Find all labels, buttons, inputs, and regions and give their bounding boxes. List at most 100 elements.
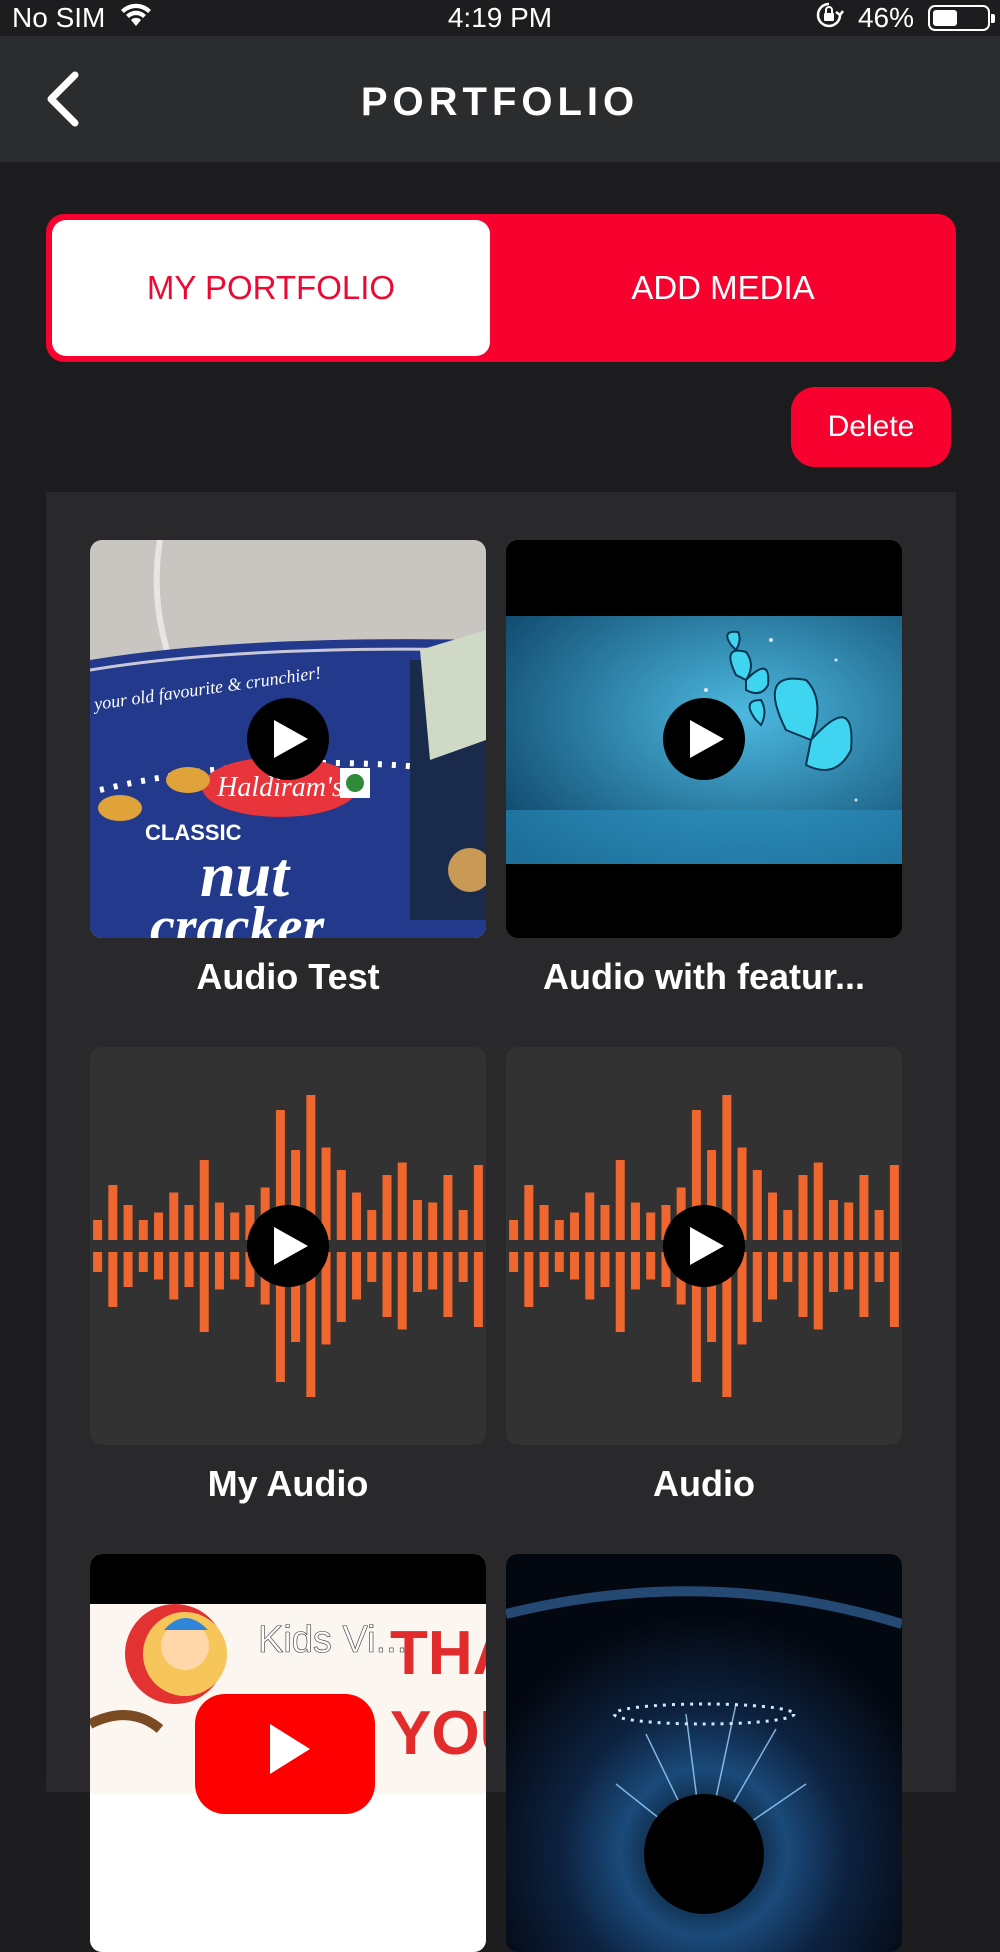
waveform-bar — [214, 1252, 224, 1290]
waveform-bar — [509, 1220, 519, 1240]
page-title: PORTFOLIO — [360, 80, 640, 124]
waveform-bar — [570, 1212, 580, 1240]
waveform-bar — [138, 1220, 148, 1240]
orientation-lock-icon — [814, 0, 844, 37]
waveform-bar — [752, 1252, 762, 1322]
waveform-bar — [397, 1252, 407, 1330]
waveform-bar — [646, 1212, 656, 1240]
waveform-bar — [752, 1170, 762, 1240]
waveform-bar — [154, 1252, 164, 1280]
play-icon — [690, 1227, 724, 1265]
waveform-bar — [630, 1202, 640, 1240]
media-title: My Audio — [207, 1463, 369, 1504]
waveform-bar — [352, 1252, 362, 1300]
waveform-bar — [889, 1165, 899, 1240]
waveform-bar — [828, 1200, 838, 1240]
waveform-bar — [458, 1252, 468, 1282]
waveform-bar — [199, 1160, 209, 1240]
battery-level — [933, 10, 957, 26]
waveform-bar — [768, 1192, 778, 1240]
waveform-bar — [184, 1205, 194, 1240]
thumb-text-channel: Kids Vi... — [258, 1619, 407, 1661]
waveform-bar — [539, 1252, 549, 1287]
waveform-bar — [199, 1252, 209, 1332]
waveform-bar — [585, 1192, 595, 1240]
battery-percent: 46% — [857, 2, 914, 33]
waveform-bar — [585, 1252, 595, 1300]
waveform-bar — [615, 1160, 625, 1240]
waveform-bar — [412, 1200, 422, 1240]
play-icon — [690, 720, 724, 758]
tab-my-portfolio[interactable]: MY PORTFOLIO — [52, 220, 490, 356]
waveform-bar — [123, 1252, 133, 1287]
eye-thumbnail — [506, 1554, 902, 1952]
waveform-bar — [844, 1202, 854, 1240]
waveform-bar — [230, 1212, 240, 1240]
waveform-bar — [783, 1210, 793, 1240]
waveform-bar — [382, 1175, 392, 1240]
waveform-bar — [874, 1252, 884, 1282]
waveform-bar — [169, 1252, 179, 1300]
waveform-bar — [93, 1220, 103, 1240]
waveform-bar — [93, 1252, 103, 1272]
waveform-bar — [783, 1252, 793, 1282]
waveform-bar — [615, 1252, 625, 1332]
waveform-bar — [428, 1202, 438, 1240]
waveform-bar — [844, 1252, 854, 1290]
waveform-bar — [828, 1252, 838, 1292]
waveform-bar — [443, 1175, 453, 1240]
waveform-bar — [230, 1252, 240, 1280]
waveform-bar — [214, 1202, 224, 1240]
play-button[interactable] — [247, 698, 329, 780]
play-button[interactable] — [663, 1205, 745, 1287]
waveform-bar — [813, 1252, 823, 1330]
waveform-bar — [600, 1205, 610, 1240]
thumb-text-thank: THANK — [390, 1619, 486, 1688]
waveform-bar — [154, 1212, 164, 1240]
waveform-bar — [889, 1252, 899, 1327]
play-icon — [274, 1227, 308, 1265]
waveform-bar — [123, 1205, 133, 1240]
waveform-bar — [509, 1252, 519, 1272]
waveform-bar — [108, 1185, 118, 1240]
waveform-bar — [570, 1252, 580, 1280]
thumb-text-you: YOU — [390, 1699, 486, 1768]
waveform-bar — [108, 1252, 118, 1307]
media-title: Audio Test — [196, 956, 380, 997]
waveform-bar — [768, 1252, 778, 1300]
waveform-bar — [859, 1175, 869, 1240]
play-icon — [274, 720, 308, 758]
play-button[interactable] — [663, 698, 745, 780]
waveform-bar — [473, 1252, 483, 1327]
tab-add-media[interactable]: ADD MEDIA — [496, 220, 950, 356]
navigation-bar: PORTFOLIO — [0, 36, 1000, 162]
waveform-bar — [336, 1252, 346, 1322]
waveform-bar — [859, 1252, 869, 1317]
play-button[interactable] — [247, 1205, 329, 1287]
waveform-bar — [798, 1252, 808, 1317]
waveform-bar — [367, 1252, 377, 1282]
waveform-bar — [412, 1252, 422, 1292]
waveform-bar — [524, 1185, 534, 1240]
segmented-control: MY PORTFOLIO ADD MEDIA — [46, 214, 956, 362]
waveform-bar — [524, 1252, 534, 1307]
waveform-bar — [798, 1175, 808, 1240]
waveform-bar — [473, 1165, 483, 1240]
battery-icon — [928, 5, 995, 31]
content-panel: MY PORTFOLIO ADD MEDIA Delete your old f… — [0, 162, 1000, 1952]
kids-video-thumbnail: Kids Vi... THANK YOU — [90, 1554, 486, 1952]
waveform-bar — [874, 1210, 884, 1240]
waveform-bar — [169, 1192, 179, 1240]
waveform-bar — [646, 1252, 656, 1280]
waveform-bar — [630, 1252, 640, 1290]
waveform-bar — [554, 1220, 564, 1240]
waveform-bar — [443, 1252, 453, 1317]
waveform-bar — [397, 1162, 407, 1240]
waveform-bar — [367, 1210, 377, 1240]
media-title: Audio with featur... — [543, 956, 865, 997]
waveform-bar — [428, 1252, 438, 1290]
waveform-bar — [813, 1162, 823, 1240]
waveform-bar — [600, 1252, 610, 1287]
waveform-bar — [352, 1192, 362, 1240]
delete-button[interactable]: Delete — [791, 387, 951, 467]
